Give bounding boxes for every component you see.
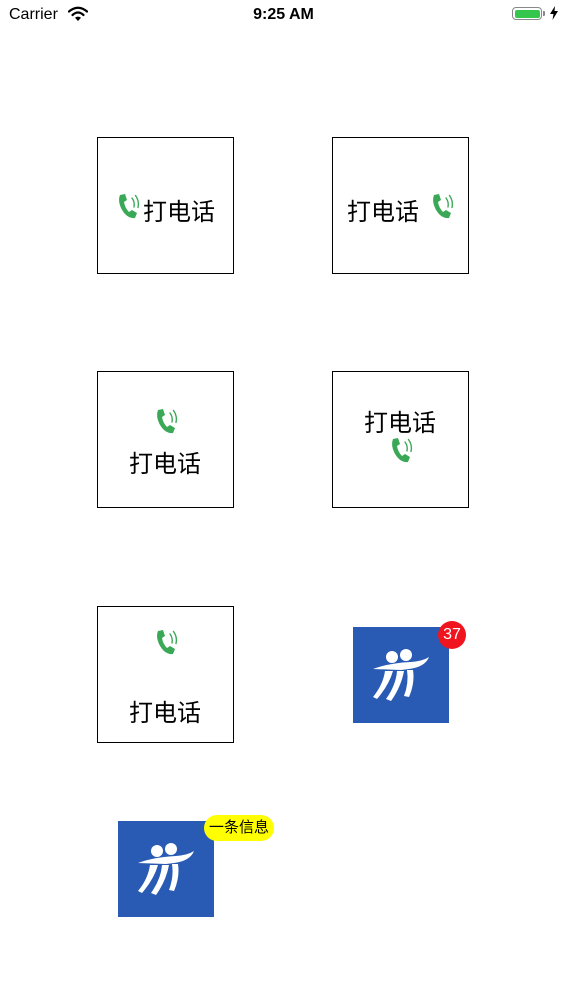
- text-badge: 一条信息: [204, 815, 274, 841]
- phone-icon: [387, 435, 417, 465]
- call-button-icon-bottom[interactable]: 打电话: [332, 371, 469, 508]
- app-logo-icon: [371, 647, 431, 703]
- battery-icon: [512, 7, 542, 20]
- call-button-icon-left[interactable]: 打电话: [97, 137, 234, 274]
- charging-bolt-icon: [550, 6, 558, 25]
- call-button-icon-top-spaced[interactable]: 打电话: [97, 606, 234, 743]
- clock: 9:25 AM: [253, 6, 314, 23]
- call-button-label: 打电话: [129, 700, 201, 727]
- phone-icon: [428, 191, 458, 221]
- app-icon-with-text-badge[interactable]: [118, 821, 214, 917]
- app-logo-icon: [136, 841, 196, 897]
- count-badge: 37: [438, 621, 466, 649]
- phone-icon: [152, 627, 182, 657]
- call-button-label: 打电话: [347, 199, 419, 226]
- call-button-label: 打电话: [364, 410, 436, 437]
- app-icon-with-count-badge[interactable]: [353, 627, 449, 723]
- call-button-label: 打电话: [143, 199, 215, 226]
- call-button-icon-top[interactable]: 打电话: [97, 371, 234, 508]
- call-button-icon-right[interactable]: 打电话: [332, 137, 469, 274]
- status-bar: Carrier 9:25 AM: [0, 0, 567, 30]
- phone-icon: [152, 406, 182, 436]
- call-button-label: 打电话: [129, 451, 201, 478]
- phone-icon: [114, 191, 144, 221]
- battery-cap: [543, 11, 545, 16]
